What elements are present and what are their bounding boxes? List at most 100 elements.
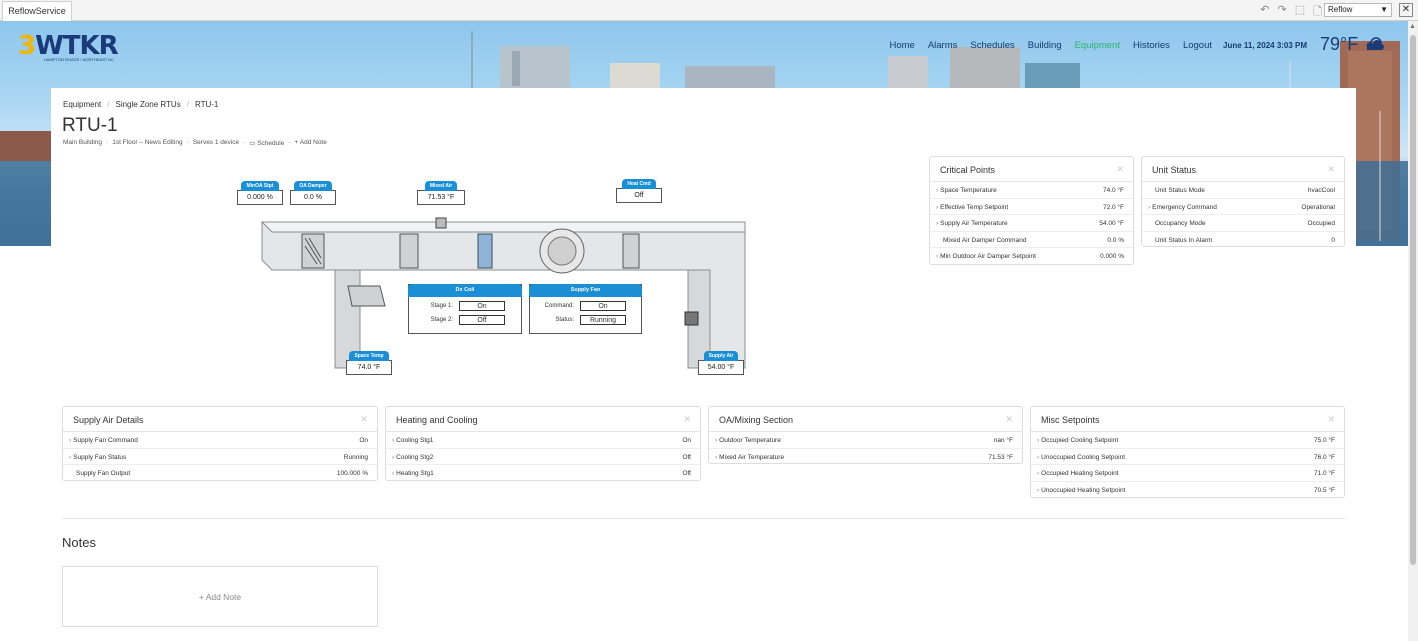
nav-schedules[interactable]: Schedules [970, 40, 1014, 51]
misc-setpoints-card: Misc Setpoints ✕ › Occupied Cooling Setpoi… [1030, 406, 1345, 498]
view-select[interactable]: Reflow ▼ [1324, 3, 1392, 17]
close-icon[interactable]: ✕ [1399, 3, 1413, 17]
chevron-right-icon[interactable]: › [69, 437, 71, 444]
chevron-right-icon[interactable]: › [1148, 204, 1150, 211]
point-label: Mixed Air Damper Command [943, 236, 1027, 244]
nav-logout[interactable]: Logout [1183, 40, 1212, 51]
point-row[interactable]: › Unoccupied Heating Setpoint 70.5 °F [1031, 482, 1344, 499]
point-label: Supply Fan Output [76, 470, 131, 478]
point-row[interactable]: › Occupied Cooling Setpoint 75.0 °F [1031, 432, 1344, 449]
nav-alarms[interactable]: Alarms [928, 40, 958, 51]
chevron-right-icon[interactable]: › [392, 437, 394, 444]
chevron-right-icon[interactable]: › [1037, 470, 1039, 477]
nav-histories[interactable]: Histories [1133, 40, 1170, 51]
scroll-up-icon[interactable]: ▲ [1409, 23, 1416, 30]
point-row[interactable]: › Cooling Stg1 On [386, 432, 700, 449]
point-row[interactable]: › Emergency Command Operational [1142, 199, 1344, 216]
add-note-button[interactable]: + Add Note [62, 566, 378, 627]
chevron-right-icon[interactable]: › [69, 454, 71, 461]
chevron-right-icon[interactable]: › [392, 470, 394, 477]
point-label: Unoccupied Cooling Setpoint [1041, 453, 1126, 461]
close-icon[interactable]: ✕ [1116, 164, 1124, 175]
plus-icon: + [294, 139, 299, 146]
point-value: 72.0 °F [1102, 203, 1124, 211]
card-title: Supply Air Details [73, 415, 144, 425]
point-row[interactable]: › Effective Temp Setpoint 72.0 °F [930, 199, 1133, 216]
supply-fan-panel[interactable]: Supply Fan Command: On Status: Running [529, 284, 642, 334]
chevron-right-icon[interactable]: › [1037, 437, 1039, 444]
point-label: Space Temperature [940, 187, 997, 194]
point-row[interactable]: › Heating Stg1 Off [386, 465, 700, 482]
nav-equipment[interactable]: Equipment [1075, 40, 1120, 51]
select-icon[interactable]: ⬚ [1295, 3, 1305, 22]
chevron-right-icon[interactable]: › [392, 454, 394, 461]
nav-home[interactable]: Home [889, 40, 914, 51]
heat-cmd-tag[interactable]: Heat Cmd Off [616, 179, 662, 203]
meta-building: Main Building [63, 139, 103, 146]
point-row[interactable]: › Unoccupied Cooling Setpoint 76.0 °F [1031, 449, 1344, 466]
chevron-right-icon[interactable]: › [715, 437, 717, 444]
chevron-right-icon[interactable]: › [936, 187, 938, 194]
meta-schedule[interactable]: ▭ Schedule [249, 139, 284, 147]
chevron-right-icon[interactable]: › [936, 253, 938, 260]
chevron-right-icon[interactable]: › [936, 220, 938, 227]
point-row[interactable]: Supply Fan Output 100.000 % [63, 465, 377, 482]
point-row[interactable]: › Cooling Stg2 Off [386, 449, 700, 466]
point-row[interactable]: › Supply Fan Status Running [63, 449, 377, 466]
point-value: Operational [1301, 203, 1335, 211]
point-label: Effective Temp Setpoint [940, 203, 1009, 211]
point-row[interactable]: › Min Outdoor Air Damper Setpoint 0.000 % [930, 248, 1133, 265]
space-temp-tag[interactable]: Space Temp 74.0 °F [346, 351, 392, 375]
card-title: Critical Points [940, 165, 996, 175]
close-icon[interactable]: ✕ [683, 414, 691, 425]
point-value: Off [682, 453, 691, 461]
point-value: 74.0 °F [1102, 187, 1124, 194]
scrollbar-thumb[interactable] [1410, 35, 1416, 565]
page-meta: Main Building · 1st Floor – News Editing ·… [63, 139, 327, 147]
current-datetime: June 11, 2024 3:03 PM [1223, 41, 1308, 50]
close-icon[interactable]: ✕ [1327, 164, 1335, 175]
meta-add-note[interactable]: + Add Note [295, 139, 327, 147]
point-label: Unit Status Mode [1155, 187, 1205, 194]
close-icon[interactable]: ✕ [1005, 414, 1013, 425]
oa-mixing-card: OA/Mixing Section ✕ › Outdoor Temperature n… [708, 406, 1023, 464]
chevron-right-icon[interactable]: › [1037, 454, 1039, 461]
point-row[interactable]: Mixed Air Damper Command 0.0 % [930, 232, 1133, 249]
dx-coil-panel[interactable]: Dx Coil Stage 1: On Stage 2: Off [408, 284, 522, 334]
chevron-right-icon[interactable]: › [1037, 487, 1039, 494]
undo-icon[interactable]: ↶ [1260, 3, 1269, 22]
point-row[interactable]: Occupancy Mode Occupied [1142, 215, 1344, 232]
oa-damper-tag[interactable]: OA Damper 0.0 % [290, 181, 336, 205]
chevron-down-icon: ▼ [1380, 5, 1388, 14]
close-icon[interactable]: ✕ [360, 414, 368, 425]
point-value: 0.000 % [1100, 253, 1124, 261]
point-value: nan °F [993, 437, 1013, 444]
station-logo[interactable]: 3WTKR HAMPTON ROADS / NORTHEAST NC [18, 31, 119, 62]
breadcrumb-single-zone-rtus[interactable]: Single Zone RTUs [115, 100, 180, 109]
redo-icon[interactable]: ↷ [1278, 3, 1287, 22]
close-icon[interactable]: ✕ [1327, 414, 1335, 425]
point-label: Occupied Cooling Setpoint [1041, 437, 1119, 444]
export-icon[interactable]: 🗋 [1313, 3, 1322, 22]
page-scrollbar[interactable]: ▲ [1408, 21, 1418, 641]
app-tab[interactable]: ReflowService [2, 1, 72, 21]
dx-stage2-value: Off [459, 315, 505, 325]
point-row[interactable]: Unit Status In Alarm 0 [1142, 232, 1344, 249]
chevron-right-icon[interactable]: › [936, 204, 938, 211]
minoa-setpoint-tag[interactable]: MinOA Stpt 0.000 % [237, 181, 283, 205]
current-temperature: 79°F [1320, 34, 1359, 54]
point-row[interactable]: › Space Temperature 74.0 °F [930, 182, 1133, 199]
breadcrumb-equipment[interactable]: Equipment [63, 100, 101, 109]
point-row[interactable]: Unit Status Mode hvacCool [1142, 182, 1344, 199]
supply-air-tag[interactable]: Supply Air 54.00 °F [698, 351, 744, 375]
card-title: OA/Mixing Section [719, 415, 794, 425]
point-row[interactable]: › Supply Air Temperature 54.00 °F [930, 215, 1133, 232]
nav-building[interactable]: Building [1028, 40, 1062, 51]
chevron-right-icon[interactable]: › [715, 454, 717, 461]
point-row[interactable]: › Mixed Air Temperature 71.53 °F [709, 449, 1022, 466]
card-title: Misc Setpoints [1041, 415, 1100, 425]
point-row[interactable]: › Outdoor Temperature nan °F [709, 432, 1022, 449]
point-row[interactable]: › Supply Fan Command On [63, 432, 377, 449]
mixed-air-tag[interactable]: Mixed Air 71.53 °F [417, 181, 465, 205]
point-row[interactable]: › Occupied Heating Setpoint 71.0 °F [1031, 465, 1344, 482]
